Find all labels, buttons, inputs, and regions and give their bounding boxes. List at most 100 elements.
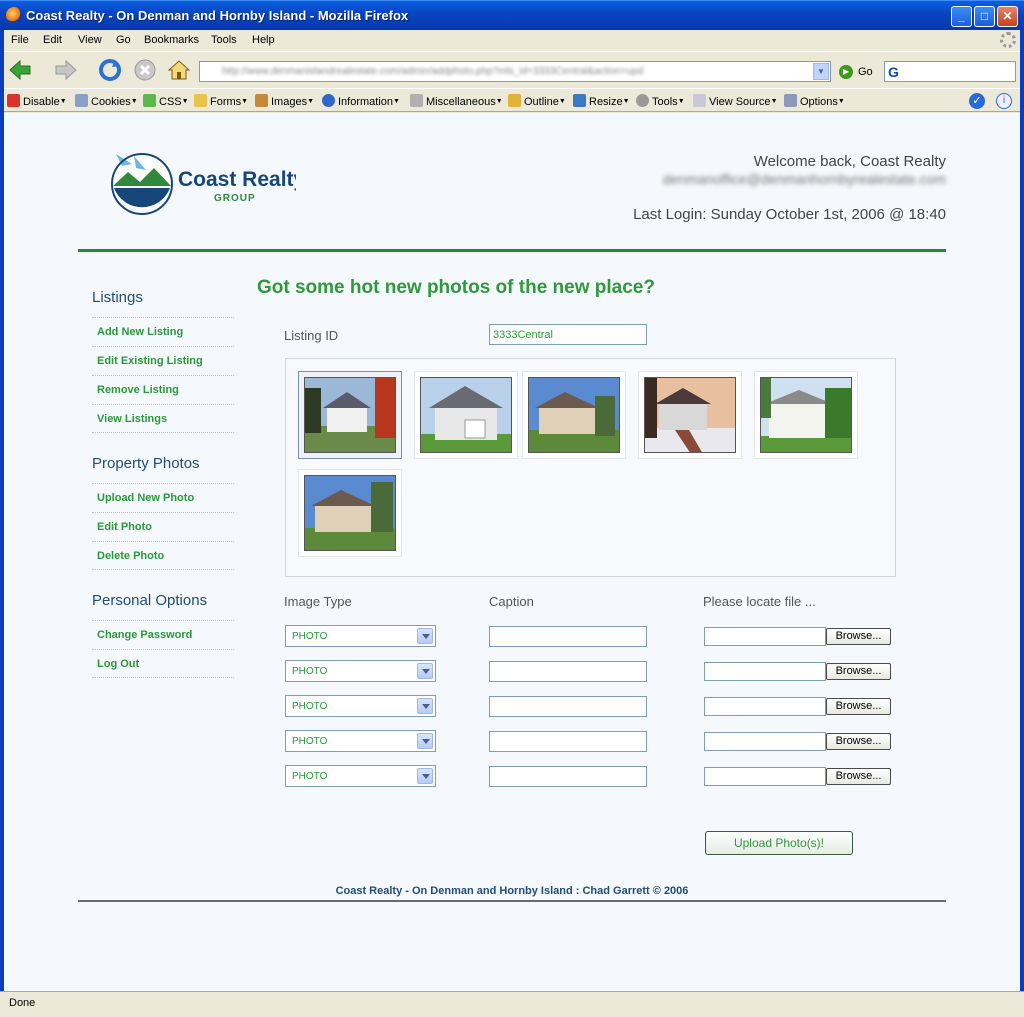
sidebar-item-edit-existing-listing[interactable]: Edit Existing Listing xyxy=(92,346,234,375)
file-path-input[interactable] xyxy=(704,732,826,751)
miscellaneous-icon xyxy=(410,94,423,107)
stop-icon[interactable] xyxy=(133,58,157,82)
browse-button[interactable]: Browse... xyxy=(826,733,891,750)
dev-images[interactable]: Images▼ xyxy=(255,94,314,108)
footer-divider xyxy=(78,900,946,902)
sidebar-section-personal-options: Personal Options xyxy=(92,592,208,609)
menu-bookmarks[interactable]: Bookmarks xyxy=(144,34,199,46)
logo-name-text: Coast Realty xyxy=(178,168,296,191)
sidebar-item-upload-new-photo[interactable]: Upload New Photo xyxy=(92,483,234,512)
caption-input[interactable] xyxy=(489,626,647,647)
forms-icon xyxy=(194,94,207,107)
house-photo-icon xyxy=(420,377,512,453)
file-path-input[interactable] xyxy=(704,627,826,646)
go-button[interactable]: ▶ Go xyxy=(839,65,873,79)
minimize-button[interactable]: _ xyxy=(951,6,972,27)
caption-input[interactable] xyxy=(489,696,647,717)
logo-sub-text: GROUP xyxy=(214,193,256,204)
sidebar-section-property-photos: Property Photos xyxy=(92,455,200,472)
sidebar-item-edit-photo[interactable]: Edit Photo xyxy=(92,512,234,541)
photo-thumbnail[interactable] xyxy=(298,469,402,557)
dev-tools[interactable]: Tools▼ xyxy=(636,94,685,108)
sidebar-item-log-out[interactable]: Log Out xyxy=(92,649,234,678)
go-label: Go xyxy=(858,65,873,78)
menu-tools[interactable]: Tools xyxy=(211,34,237,46)
reload-icon[interactable] xyxy=(98,58,122,82)
sidebar-item-view-listings[interactable]: View Listings xyxy=(92,404,234,433)
menu-edit[interactable]: Edit xyxy=(43,34,62,46)
file-header: Please locate file ... xyxy=(703,594,816,609)
image-type-value: PHOTO xyxy=(292,701,328,712)
close-button[interactable]: ✕ xyxy=(997,6,1018,27)
caption-input[interactable] xyxy=(489,766,647,787)
tools-icon xyxy=(636,94,649,107)
menu-go[interactable]: Go xyxy=(116,34,131,46)
file-path-input[interactable] xyxy=(704,662,826,681)
page-footer: Coast Realty - On Denman and Hornby Isla… xyxy=(335,885,689,897)
file-path-input[interactable] xyxy=(704,697,826,716)
dev-disable[interactable]: Disable▼ xyxy=(7,94,67,108)
menu-file[interactable]: File xyxy=(11,34,29,46)
photo-thumbnail[interactable] xyxy=(298,371,402,459)
dev-forms[interactable]: Forms▼ xyxy=(194,94,248,108)
last-login: Last Login: Sunday October 1st, 2006 @ 1… xyxy=(633,206,946,223)
caption-input[interactable] xyxy=(489,731,647,752)
image-type-value: PHOTO xyxy=(292,736,328,747)
dev-options[interactable]: Options▼ xyxy=(784,94,845,108)
maximize-button[interactable]: □ xyxy=(974,6,995,27)
css-icon xyxy=(143,94,156,107)
dev-information[interactable]: Information▼ xyxy=(322,94,400,108)
house-photo-icon xyxy=(528,377,620,453)
image-type-select[interactable]: PHOTO xyxy=(285,695,436,717)
logo-mark-icon: Coast Realty GROUP xyxy=(111,153,306,215)
sidebar-item-add-new-listing[interactable]: Add New Listing xyxy=(92,317,234,346)
photo-thumbnail[interactable] xyxy=(414,371,518,459)
sidebar-item-delete-photo[interactable]: Delete Photo xyxy=(92,541,234,570)
browse-button[interactable]: Browse... xyxy=(826,663,891,680)
go-icon: ▶ xyxy=(839,65,853,79)
status-text: Done xyxy=(9,997,36,1009)
browse-button[interactable]: Browse... xyxy=(826,628,891,645)
house-photo-icon xyxy=(760,377,852,453)
image-type-value: PHOTO xyxy=(292,631,328,642)
listing-id-input[interactable] xyxy=(489,324,647,345)
image-type-select[interactable]: PHOTO xyxy=(285,625,436,647)
info-icon[interactable]: i xyxy=(996,93,1012,109)
google-icon: G xyxy=(888,64,899,80)
browse-button[interactable]: Browse... xyxy=(826,698,891,715)
coast-realty-logo[interactable]: Coast Realty GROUP xyxy=(106,146,306,216)
dev-view-source[interactable]: View Source▼ xyxy=(693,94,778,108)
file-path-input[interactable] xyxy=(704,767,826,786)
view-source-icon xyxy=(693,94,706,107)
search-input[interactable]: G xyxy=(884,61,1016,82)
menu-view[interactable]: View xyxy=(78,34,102,46)
menu-help[interactable]: Help xyxy=(252,34,275,46)
address-bar[interactable]: http://www.denmanislandrealestate.com/ad… xyxy=(199,61,831,82)
dev-outline[interactable]: Outline▼ xyxy=(508,94,566,108)
sidebar-item-remove-listing[interactable]: Remove Listing xyxy=(92,375,234,404)
back-icon[interactable] xyxy=(8,58,32,82)
image-type-select[interactable]: PHOTO xyxy=(285,660,436,682)
dev-resize[interactable]: Resize▼ xyxy=(573,94,630,108)
photo-thumbnail[interactable] xyxy=(522,371,626,459)
dev-miscellaneous[interactable]: Miscellaneous▼ xyxy=(410,94,503,108)
upload-photos-button[interactable]: Upload Photo(s)! xyxy=(705,831,853,855)
validation-check-icon[interactable]: ✓ xyxy=(969,93,985,109)
sidebar-item-change-password[interactable]: Change Password xyxy=(92,620,234,649)
caption-input[interactable] xyxy=(489,661,647,682)
chevron-down-icon xyxy=(417,663,433,679)
browse-button[interactable]: Browse... xyxy=(826,768,891,785)
forward-icon[interactable] xyxy=(54,58,78,82)
chevron-down-icon xyxy=(417,698,433,714)
home-icon[interactable] xyxy=(167,58,191,82)
image-type-select[interactable]: PHOTO xyxy=(285,730,436,752)
status-bar: Done xyxy=(0,991,1024,1017)
photo-gallery xyxy=(285,358,896,577)
house-photo-icon xyxy=(644,377,736,453)
address-dropdown-icon[interactable]: ▼ xyxy=(813,63,829,80)
image-type-select[interactable]: PHOTO xyxy=(285,765,436,787)
photo-thumbnail[interactable] xyxy=(638,371,742,459)
dev-css[interactable]: CSS▼ xyxy=(143,94,189,108)
dev-cookies[interactable]: Cookies▼ xyxy=(75,94,138,108)
photo-thumbnail[interactable] xyxy=(754,371,858,459)
